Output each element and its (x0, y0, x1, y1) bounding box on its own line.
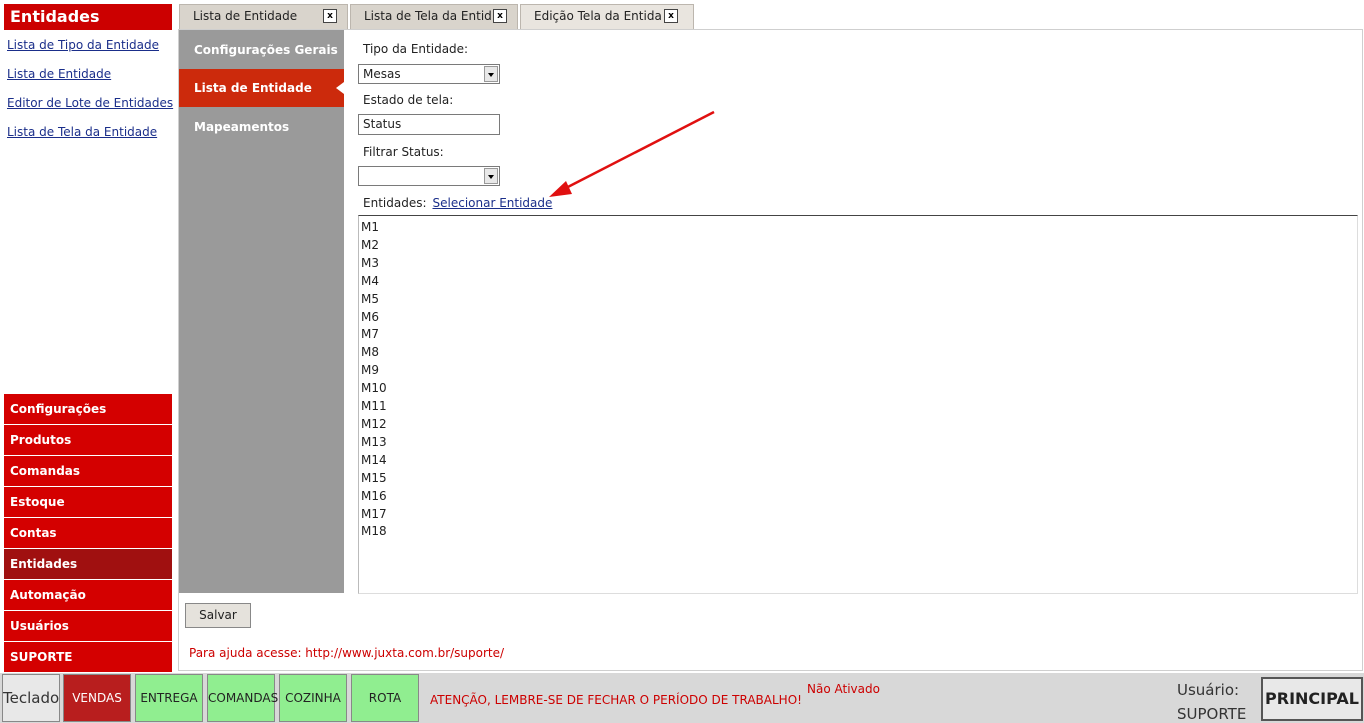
comandas-button[interactable]: COMANDAS (207, 674, 278, 722)
cozinha-button[interactable]: COZINHA (279, 674, 347, 722)
sidebar-link-editor-lote[interactable]: Editor de Lote de Entidades (7, 96, 173, 110)
entrega-button[interactable]: ENTREGA (135, 674, 203, 722)
vtab-mapeamentos[interactable]: Mapeamentos (179, 108, 344, 146)
entity-list-item[interactable]: M8 (361, 344, 1355, 362)
entity-list-item[interactable]: M6 (361, 309, 1355, 327)
principal-button[interactable]: PRINCIPAL (1261, 677, 1363, 721)
entidades-label: Entidades: (363, 196, 427, 210)
entity-list-item[interactable]: M14 (361, 452, 1355, 470)
entity-list-item[interactable]: M17 (361, 506, 1355, 524)
entity-list-item[interactable]: M13 (361, 434, 1355, 452)
entity-list-item[interactable]: M3 (361, 255, 1355, 273)
sidebar: Entidades Lista de Tipo da Entidade List… (0, 0, 177, 672)
sidebar-link-tipo-entidade[interactable]: Lista de Tipo da Entidade (7, 38, 173, 52)
app-window: Entidades Lista de Tipo da Entidade List… (0, 0, 1364, 723)
entity-list-item[interactable]: M4 (361, 273, 1355, 291)
entity-list-item[interactable]: M15 (361, 470, 1355, 488)
menu-item-entidades[interactable]: Entidades (4, 549, 172, 579)
tab-close-icon[interactable]: x (323, 9, 337, 23)
selecionar-entidade-link[interactable]: Selecionar Entidade (433, 196, 553, 210)
vendas-button[interactable]: VENDAS (63, 674, 131, 722)
entity-list-item[interactable]: M18 (361, 523, 1355, 541)
entity-list-item[interactable]: M10 (361, 380, 1355, 398)
teclado-button[interactable]: Teclado (2, 674, 60, 722)
rota-button[interactable]: ROTA (351, 674, 419, 722)
tab-edicao-tela-entidade[interactable]: Edição Tela da Entida x (520, 4, 694, 30)
tab-label: Lista de Entidade (193, 9, 298, 23)
sidebar-links: Lista de Tipo da Entidade Lista de Entid… (7, 38, 173, 154)
activation-status: Não Ativado (807, 682, 880, 696)
menu-item-configuracoes[interactable]: Configurações (4, 394, 172, 424)
save-button[interactable]: Salvar (185, 603, 251, 628)
tab-close-icon[interactable]: x (493, 9, 507, 23)
vtab-configuracoes-gerais[interactable]: Configurações Gerais (179, 31, 344, 69)
filtrar-status-label: Filtrar Status: (363, 145, 444, 159)
tab-lista-entidade[interactable]: Lista de Entidade x (179, 4, 348, 29)
entity-list-item[interactable]: M9 (361, 362, 1355, 380)
dropdown-arrow-icon[interactable] (484, 66, 498, 82)
entidades-row: Entidades: Selecionar Entidade (363, 196, 552, 210)
entity-list-item[interactable]: M5 (361, 291, 1355, 309)
menu-item-usuarios[interactable]: Usuários (4, 611, 172, 641)
user-info: Usuário: SUPORTE (1177, 678, 1246, 723)
tipo-entidade-label: Tipo da Entidade: (363, 42, 469, 56)
entity-list[interactable]: M1 M2 M3 M4 M5 M6 M7 M8 M9 M10 M11 M12 M13 M14 M15 M16 M… (358, 215, 1358, 594)
filtrar-status-select[interactable] (358, 166, 500, 186)
tab-label: Edição Tela da Entida (534, 9, 662, 23)
content-panel: Configurações Gerais Lista de Entidade M… (178, 29, 1363, 671)
vtab-lista-entidade[interactable]: Lista de Entidade (179, 69, 344, 107)
entity-list-item[interactable]: M2 (361, 237, 1355, 255)
menu-item-comandas[interactable]: Comandas (4, 456, 172, 486)
user-label: Usuário: (1177, 681, 1240, 699)
entity-list-item[interactable]: M16 (361, 488, 1355, 506)
tipo-entidade-select[interactable]: Mesas (358, 64, 500, 84)
tab-label: Lista de Tela da Entida (364, 9, 492, 23)
vertical-tabs: Configurações Gerais Lista de Entidade M… (179, 30, 344, 593)
entity-list-item[interactable]: M1 (361, 219, 1355, 237)
menu-item-produtos[interactable]: Produtos (4, 425, 172, 455)
estado-tela-input[interactable]: Status (358, 114, 500, 135)
tipo-entidade-value: Mesas (363, 67, 401, 81)
sidebar-link-lista-tela[interactable]: Lista de Tela da Entidade (7, 125, 173, 139)
sidebar-title: Entidades (4, 4, 172, 30)
help-text: Para ajuda acesse: http://www.juxta.com.… (189, 646, 505, 660)
bottom-bar: Teclado VENDAS ENTREGA COMANDAS COZINHA … (0, 673, 1364, 723)
user-name: SUPORTE (1177, 705, 1247, 723)
menu-item-estoque[interactable]: Estoque (4, 487, 172, 517)
tab-lista-tela-entidade[interactable]: Lista de Tela da Entida x (350, 4, 518, 29)
menu-item-suporte[interactable]: SUPORTE (4, 642, 172, 672)
sidebar-link-lista-entidade[interactable]: Lista de Entidade (7, 67, 173, 81)
menu-item-automacao[interactable]: Automação (4, 580, 172, 610)
entity-list-item[interactable]: M7 (361, 326, 1355, 344)
estado-tela-label: Estado de tela: (363, 93, 454, 107)
sidebar-menu: Configurações Produtos Comandas Estoque … (4, 394, 172, 673)
entity-list-item[interactable]: M12 (361, 416, 1355, 434)
menu-item-contas[interactable]: Contas (4, 518, 172, 548)
dropdown-arrow-icon[interactable] (484, 168, 498, 184)
tab-close-icon[interactable]: x (664, 9, 678, 23)
warning-message: ATENÇÃO, LEMBRE-SE DE FECHAR O PERÍODO D… (430, 693, 802, 707)
entity-list-item[interactable]: M11 (361, 398, 1355, 416)
